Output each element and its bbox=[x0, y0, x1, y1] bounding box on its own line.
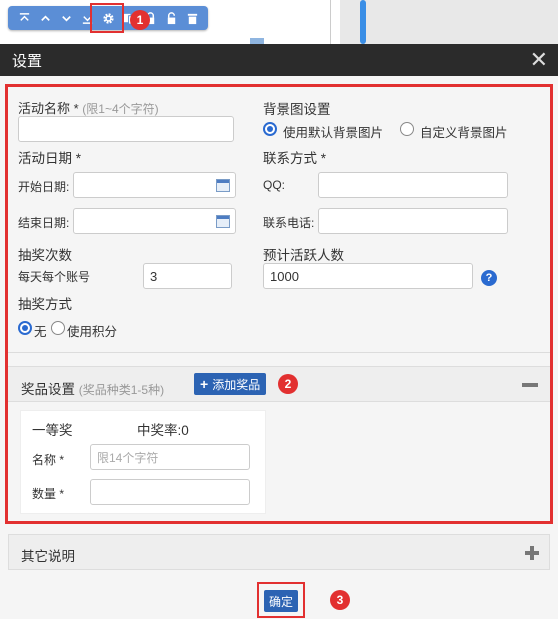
editor-canvas-area bbox=[340, 0, 558, 44]
gear-highlight-box bbox=[90, 3, 124, 33]
dialog-titlebar: 设置 ✕ bbox=[0, 44, 558, 76]
unlock-icon[interactable] bbox=[161, 6, 182, 30]
callout-1: 1 bbox=[130, 10, 150, 30]
callout-3: 3 bbox=[330, 590, 350, 610]
close-icon[interactable]: ✕ bbox=[530, 49, 548, 71]
delete-trash-icon[interactable] bbox=[182, 6, 203, 30]
other-notes-header[interactable]: 其它说明 bbox=[8, 534, 550, 570]
move-up-icon[interactable] bbox=[35, 6, 56, 30]
form-highlight-box bbox=[5, 84, 553, 524]
expand-plus-icon[interactable] bbox=[525, 546, 539, 560]
dialog-title: 设置 bbox=[12, 52, 43, 70]
move-top-icon[interactable] bbox=[14, 6, 35, 30]
settings-dialog: 设置 ✕ 活动名称 * (限1~4个字符) 背景图设置 使用默认背景图片 自定义… bbox=[0, 44, 558, 619]
editor-scrollbar[interactable] bbox=[360, 0, 366, 44]
move-down-icon[interactable] bbox=[56, 6, 77, 30]
confirm-highlight-box: 确定 bbox=[257, 582, 305, 618]
confirm-button[interactable]: 确定 bbox=[264, 590, 298, 612]
other-notes-title: 其它说明 bbox=[21, 549, 75, 564]
column-divider bbox=[330, 0, 331, 44]
